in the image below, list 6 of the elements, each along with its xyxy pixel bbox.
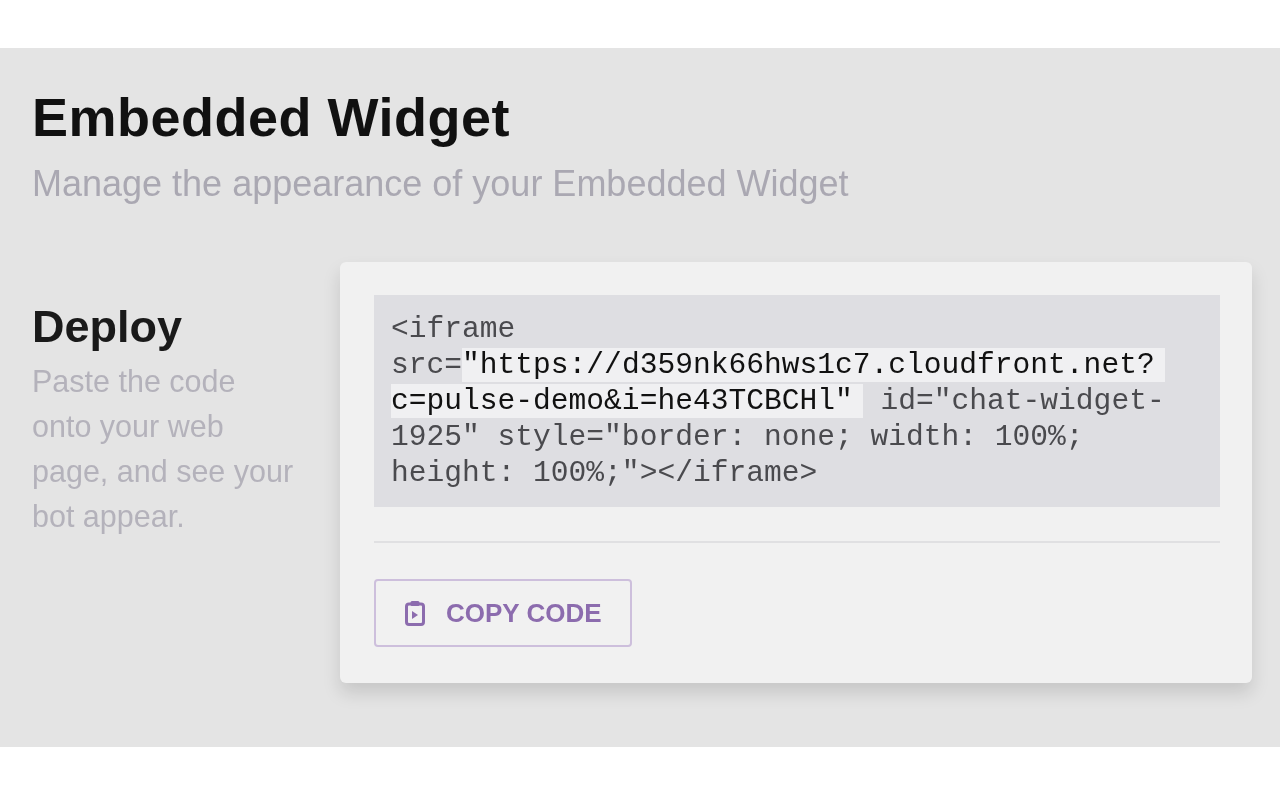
page-title: Embedded Widget	[32, 86, 511, 148]
page-subtitle: Manage the appearance of your Embedded Widget	[32, 163, 849, 205]
section-heading: Deploy	[32, 301, 183, 353]
embed-code-text: <iframe src="https://d359nk66hws1c7.cloudfront.net?c=pulse-demo&i=he43TCBCHl" id="chat-widget-1925" style="border: none; width: 100%; height: 100%;"></iframe>	[391, 311, 1166, 491]
clipboard-icon	[405, 600, 425, 626]
copy-code-button[interactable]: COPY CODE	[374, 579, 632, 647]
